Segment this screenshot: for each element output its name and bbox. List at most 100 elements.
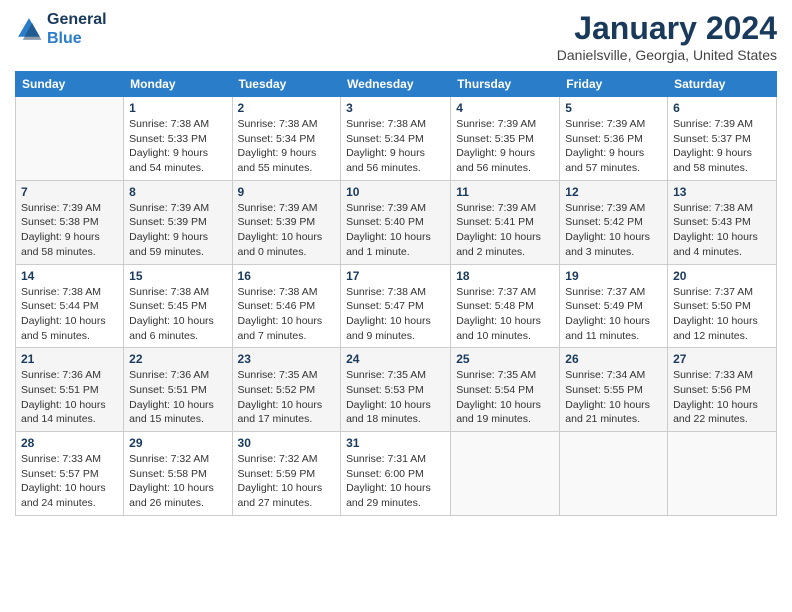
calendar-cell: 28 Sunrise: 7:33 AM Sunset: 5:57 PM Dayli… xyxy=(16,432,124,516)
calendar-cell: 20Sunrise: 7:37 AM Sunset: 5:50 PM Dayli… xyxy=(668,264,777,348)
weekday-header-tuesday: Tuesday xyxy=(232,72,341,97)
day-info: Sunrise: 7:39 AM Sunset: 5:37 PM Dayligh… xyxy=(673,117,771,176)
day-number: 15 xyxy=(129,269,226,283)
day-number: 23 xyxy=(238,352,336,366)
day-info: Sunrise: 7:39 AM Sunset: 5:40 PM Dayligh… xyxy=(346,201,445,260)
calendar-cell: 6 Sunrise: 7:39 AM Sunset: 5:37 PM Daylig… xyxy=(668,97,777,181)
weekday-header-friday: Friday xyxy=(560,72,668,97)
calendar-header-row: SundayMondayTuesdayWednesdayThursdayFrid… xyxy=(16,72,777,97)
calendar-cell: 30 Sunrise: 7:32 AM Sunset: 5:59 PM Dayli… xyxy=(232,432,341,516)
day-number: 29 xyxy=(129,436,226,450)
day-info: Sunrise: 7:35 AM Sunset: 5:54 PM Dayligh… xyxy=(456,368,554,427)
day-info: Sunrise: 7:36 AM Sunset: 5:51 PM Dayligh… xyxy=(129,368,226,427)
calendar-cell xyxy=(560,432,668,516)
calendar-week-3: 14 Sunrise: 7:38 AM Sunset: 5:44 PM Dayli… xyxy=(16,264,777,348)
page-header: General Blue January 2024 Danielsville, … xyxy=(15,10,777,63)
calendar-cell xyxy=(668,432,777,516)
location: Danielsville, Georgia, United States xyxy=(557,47,777,63)
day-info: Sunrise: 7:32 AM Sunset: 5:59 PM Dayligh… xyxy=(238,452,336,511)
day-number: 26 xyxy=(565,352,662,366)
day-number: 1 xyxy=(129,101,226,115)
calendar-cell: 11Sunrise: 7:39 AM Sunset: 5:41 PM Dayli… xyxy=(451,180,560,264)
calendar-cell: 5 Sunrise: 7:39 AM Sunset: 5:36 PM Daylig… xyxy=(560,97,668,181)
calendar-week-5: 28 Sunrise: 7:33 AM Sunset: 5:57 PM Dayli… xyxy=(16,432,777,516)
day-info: Sunrise: 7:37 AM Sunset: 5:49 PM Dayligh… xyxy=(565,285,662,344)
day-info: Sunrise: 7:35 AM Sunset: 5:53 PM Dayligh… xyxy=(346,368,445,427)
calendar-cell: 8Sunrise: 7:39 AM Sunset: 5:39 PM Daylig… xyxy=(124,180,232,264)
day-info: Sunrise: 7:33 AM Sunset: 5:56 PM Dayligh… xyxy=(673,368,771,427)
calendar-cell: 23Sunrise: 7:35 AM Sunset: 5:52 PM Dayli… xyxy=(232,348,341,432)
day-info: Sunrise: 7:34 AM Sunset: 5:55 PM Dayligh… xyxy=(565,368,662,427)
day-info: Sunrise: 7:38 AM Sunset: 5:46 PM Dayligh… xyxy=(238,285,336,344)
day-number: 2 xyxy=(238,101,336,115)
day-info: Sunrise: 7:38 AM Sunset: 5:45 PM Dayligh… xyxy=(129,285,226,344)
calendar-cell: 2 Sunrise: 7:38 AM Sunset: 5:34 PM Daylig… xyxy=(232,97,341,181)
calendar-cell: 7Sunrise: 7:39 AM Sunset: 5:38 PM Daylig… xyxy=(16,180,124,264)
day-number: 31 xyxy=(346,436,445,450)
calendar-cell: 1 Sunrise: 7:38 AM Sunset: 5:33 PM Daylig… xyxy=(124,97,232,181)
calendar-cell: 14 Sunrise: 7:38 AM Sunset: 5:44 PM Dayli… xyxy=(16,264,124,348)
day-info: Sunrise: 7:37 AM Sunset: 5:48 PM Dayligh… xyxy=(456,285,554,344)
calendar-table: SundayMondayTuesdayWednesdayThursdayFrid… xyxy=(15,71,777,516)
day-number: 5 xyxy=(565,101,662,115)
day-info: Sunrise: 7:36 AM Sunset: 5:51 PM Dayligh… xyxy=(21,368,118,427)
day-number: 10 xyxy=(346,185,445,199)
calendar-cell: 29 Sunrise: 7:32 AM Sunset: 5:58 PM Dayli… xyxy=(124,432,232,516)
day-info: Sunrise: 7:39 AM Sunset: 5:39 PM Dayligh… xyxy=(238,201,336,260)
calendar-cell: 18 Sunrise: 7:37 AM Sunset: 5:48 PM Dayli… xyxy=(451,264,560,348)
calendar-cell: 9 Sunrise: 7:39 AM Sunset: 5:39 PM Daylig… xyxy=(232,180,341,264)
weekday-header-wednesday: Wednesday xyxy=(341,72,451,97)
day-number: 13 xyxy=(673,185,771,199)
calendar-cell: 10 Sunrise: 7:39 AM Sunset: 5:40 PM Dayli… xyxy=(341,180,451,264)
calendar-cell: 25 Sunrise: 7:35 AM Sunset: 5:54 PM Dayli… xyxy=(451,348,560,432)
day-number: 14 xyxy=(21,269,118,283)
title-block: January 2024 Danielsville, Georgia, Unit… xyxy=(557,10,777,63)
day-number: 18 xyxy=(456,269,554,283)
month-title: January 2024 xyxy=(557,10,777,47)
day-info: Sunrise: 7:38 AM Sunset: 5:34 PM Dayligh… xyxy=(238,117,336,176)
day-info: Sunrise: 7:38 AM Sunset: 5:34 PM Dayligh… xyxy=(346,117,445,176)
calendar-cell: 31 Sunrise: 7:31 AM Sunset: 6:00 PM Dayli… xyxy=(341,432,451,516)
day-info: Sunrise: 7:38 AM Sunset: 5:33 PM Dayligh… xyxy=(129,117,226,176)
weekday-header-thursday: Thursday xyxy=(451,72,560,97)
calendar-cell: 24 Sunrise: 7:35 AM Sunset: 5:53 PM Dayli… xyxy=(341,348,451,432)
day-info: Sunrise: 7:39 AM Sunset: 5:41 PM Dayligh… xyxy=(456,201,554,260)
day-number: 3 xyxy=(346,101,445,115)
calendar-cell xyxy=(16,97,124,181)
day-number: 28 xyxy=(21,436,118,450)
calendar-cell: 26 Sunrise: 7:34 AM Sunset: 5:55 PM Dayli… xyxy=(560,348,668,432)
day-number: 4 xyxy=(456,101,554,115)
calendar-cell: 3 Sunrise: 7:38 AM Sunset: 5:34 PM Daylig… xyxy=(341,97,451,181)
day-info: Sunrise: 7:38 AM Sunset: 5:44 PM Dayligh… xyxy=(21,285,118,344)
day-number: 24 xyxy=(346,352,445,366)
day-info: Sunrise: 7:32 AM Sunset: 5:58 PM Dayligh… xyxy=(129,452,226,511)
calendar-cell xyxy=(451,432,560,516)
calendar-cell: 21Sunrise: 7:36 AM Sunset: 5:51 PM Dayli… xyxy=(16,348,124,432)
logo-text: General Blue xyxy=(47,10,107,48)
day-info: Sunrise: 7:39 AM Sunset: 5:39 PM Dayligh… xyxy=(129,201,226,260)
logo-icon xyxy=(15,15,43,43)
calendar-cell: 12 Sunrise: 7:39 AM Sunset: 5:42 PM Dayli… xyxy=(560,180,668,264)
day-info: Sunrise: 7:39 AM Sunset: 5:35 PM Dayligh… xyxy=(456,117,554,176)
day-number: 7 xyxy=(21,185,118,199)
day-number: 6 xyxy=(673,101,771,115)
calendar-cell: 22 Sunrise: 7:36 AM Sunset: 5:51 PM Dayli… xyxy=(124,348,232,432)
day-number: 17 xyxy=(346,269,445,283)
day-info: Sunrise: 7:39 AM Sunset: 5:36 PM Dayligh… xyxy=(565,117,662,176)
day-info: Sunrise: 7:39 AM Sunset: 5:42 PM Dayligh… xyxy=(565,201,662,260)
day-info: Sunrise: 7:33 AM Sunset: 5:57 PM Dayligh… xyxy=(21,452,118,511)
day-number: 9 xyxy=(238,185,336,199)
calendar-cell: 16Sunrise: 7:38 AM Sunset: 5:46 PM Dayli… xyxy=(232,264,341,348)
day-number: 22 xyxy=(129,352,226,366)
day-number: 30 xyxy=(238,436,336,450)
weekday-header-monday: Monday xyxy=(124,72,232,97)
day-number: 27 xyxy=(673,352,771,366)
day-number: 12 xyxy=(565,185,662,199)
calendar-cell: 19Sunrise: 7:37 AM Sunset: 5:49 PM Dayli… xyxy=(560,264,668,348)
day-number: 25 xyxy=(456,352,554,366)
calendar-week-2: 7Sunrise: 7:39 AM Sunset: 5:38 PM Daylig… xyxy=(16,180,777,264)
day-info: Sunrise: 7:31 AM Sunset: 6:00 PM Dayligh… xyxy=(346,452,445,511)
logo: General Blue xyxy=(15,10,107,48)
day-info: Sunrise: 7:38 AM Sunset: 5:47 PM Dayligh… xyxy=(346,285,445,344)
weekday-header-sunday: Sunday xyxy=(16,72,124,97)
